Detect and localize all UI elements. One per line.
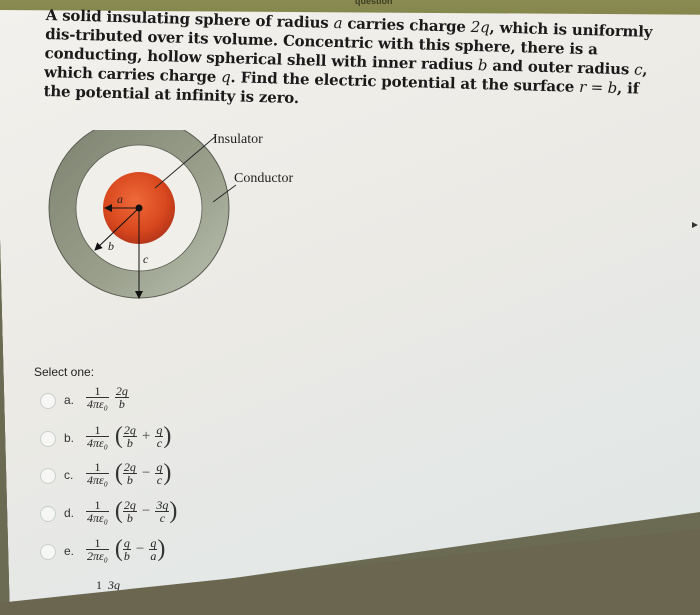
operator: −	[135, 541, 145, 557]
fraction: 1 4πε₀	[86, 424, 109, 449]
option-formula: 1 4πε₀(2q b − q c)	[86, 460, 171, 487]
operator: +	[141, 428, 151, 444]
denominator: 4πε₀	[87, 436, 108, 450]
partial-num2: 3q	[108, 578, 120, 592]
partial-num1: 1	[96, 578, 102, 592]
answer-option[interactable]: d. 1 4πε₀(2q b −3q c)	[40, 498, 260, 534]
radio-button[interactable]	[40, 506, 56, 522]
question-text: A solid insulating sphere of radius a ca…	[43, 6, 655, 118]
left-paren: (	[114, 460, 123, 486]
radio-button[interactable]	[40, 393, 56, 409]
fraction: 1 4πε₀	[86, 461, 109, 486]
right-paren: )	[163, 460, 172, 486]
fraction: 2q b	[122, 461, 137, 487]
option-formula: 1 2πε₀(q b − q a)	[86, 536, 165, 563]
fraction: 2q b	[122, 424, 137, 450]
fraction: 1 4πε₀	[86, 499, 109, 524]
answer-option[interactable]: e. 1 2πε₀(q b − q a)	[40, 536, 260, 572]
denominator: b	[126, 473, 133, 487]
denominator: c	[159, 511, 166, 525]
option-letter: a.	[64, 393, 75, 407]
partial-next-option: 1 3q	[96, 578, 120, 593]
option-letter: e.	[64, 544, 75, 558]
answer-option[interactable]: a. 1 4πε₀ 2q b	[40, 385, 260, 421]
var-b: b	[477, 56, 488, 75]
left-paren: (	[114, 423, 123, 449]
radio-button[interactable]	[40, 468, 56, 484]
option-letter: d.	[64, 506, 75, 520]
radio-button[interactable]	[40, 544, 56, 560]
var-r-eq-b: r = b	[578, 77, 618, 97]
q-text: carries charge	[342, 14, 472, 36]
denominator: b	[126, 436, 133, 450]
denominator: 4πε₀	[87, 397, 108, 411]
fraction: 2q b	[114, 385, 129, 411]
right-paren: )	[163, 423, 172, 449]
scroll-arrow-icon[interactable]	[692, 222, 698, 228]
left-paren: (	[114, 498, 123, 524]
fraction: qb	[122, 537, 131, 563]
select-one-prompt: Select one:	[34, 365, 95, 379]
answer-option[interactable]: b. 1 4πε₀(2q b + q c)	[40, 423, 260, 459]
label-c: c	[143, 252, 149, 266]
option-formula: 1 4πε₀(2q b + q c)	[86, 423, 171, 450]
denominator: 4πε₀	[87, 511, 108, 525]
label-b: b	[108, 239, 114, 253]
radio-button[interactable]	[40, 431, 56, 447]
right-paren: )	[157, 536, 166, 562]
operator: −	[141, 503, 151, 519]
option-letter: b.	[64, 431, 75, 445]
label-conductor: Conductor	[234, 171, 294, 186]
var-2q: 2q	[470, 17, 490, 37]
denominator: b	[118, 397, 125, 411]
label-a: a	[117, 192, 123, 206]
denominator: b	[126, 511, 133, 525]
operator: −	[141, 465, 151, 481]
option-letter: c.	[64, 468, 74, 482]
option-formula: 1 4πε₀ 2q b	[86, 385, 129, 410]
sphere-diagram: a b c	[48, 130, 237, 299]
label-insulator: Insulator	[213, 132, 263, 147]
fraction: 1 2πε₀	[86, 537, 109, 562]
browser-tab-label: question	[355, 0, 393, 6]
right-paren: )	[169, 498, 178, 524]
option-formula: 1 4πε₀(2q b −3q c)	[86, 498, 177, 525]
fraction: 2q b	[122, 499, 137, 525]
denominator: b	[123, 549, 130, 563]
denominator: 2πε₀	[87, 549, 108, 563]
left-paren: (	[114, 536, 123, 562]
answer-option[interactable]: c. 1 4πε₀(2q b − q c)	[40, 460, 260, 496]
denominator: 4πε₀	[87, 473, 108, 487]
fraction: 3q c	[155, 499, 170, 525]
fraction: 1 4πε₀	[86, 385, 109, 410]
